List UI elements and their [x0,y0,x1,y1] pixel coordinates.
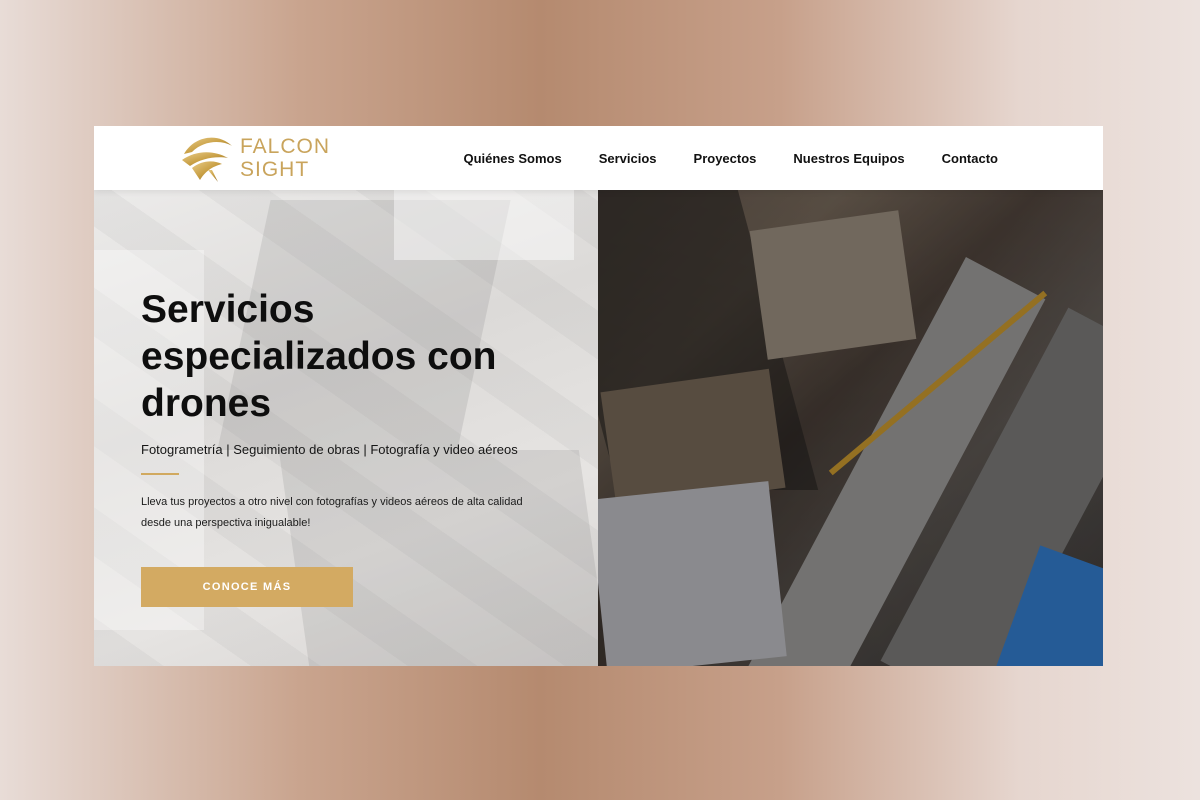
nav-link-quienes-somos[interactable]: Quiénes Somos [463,151,561,166]
nav-link-proyectos[interactable]: Proyectos [694,151,757,166]
hero-aerial-image [598,190,1103,666]
hero-title: Servicios especializados con drones [141,288,497,425]
accent-divider [141,473,179,475]
hero-section: Servicios especializados con drones Foto… [94,190,1103,666]
nav-link-contacto[interactable]: Contacto [942,151,998,166]
logo[interactable]: FALCON SIGHT [178,130,330,186]
hero-subtitle: Fotogrametría | Seguimiento de obras | F… [141,442,518,457]
navbar: FALCON SIGHT Quiénes Somos Servicios Pro… [94,126,1103,190]
nav-link-nuestros-equipos[interactable]: Nuestros Equipos [793,151,904,166]
conoce-mas-button[interactable]: CONOCE MÁS [141,567,353,607]
logo-line-2: SIGHT [240,158,310,181]
main-nav: Quiénes Somos Servicios Proyectos Nuestr… [463,126,998,190]
logo-text: FALCON SIGHT [240,135,330,181]
website-frame: FALCON SIGHT Quiénes Somos Servicios Pro… [94,126,1103,666]
hero-content: Servicios especializados con drones Foto… [141,286,561,534]
logo-line-1: FALCON [240,135,331,158]
nav-link-servicios[interactable]: Servicios [599,151,657,166]
image-overlay [598,190,1103,666]
falcon-logo-icon [182,137,232,182]
hero-description: Lleva tus proyectos a otro nivel con fot… [141,496,523,529]
background-shape [394,190,574,260]
